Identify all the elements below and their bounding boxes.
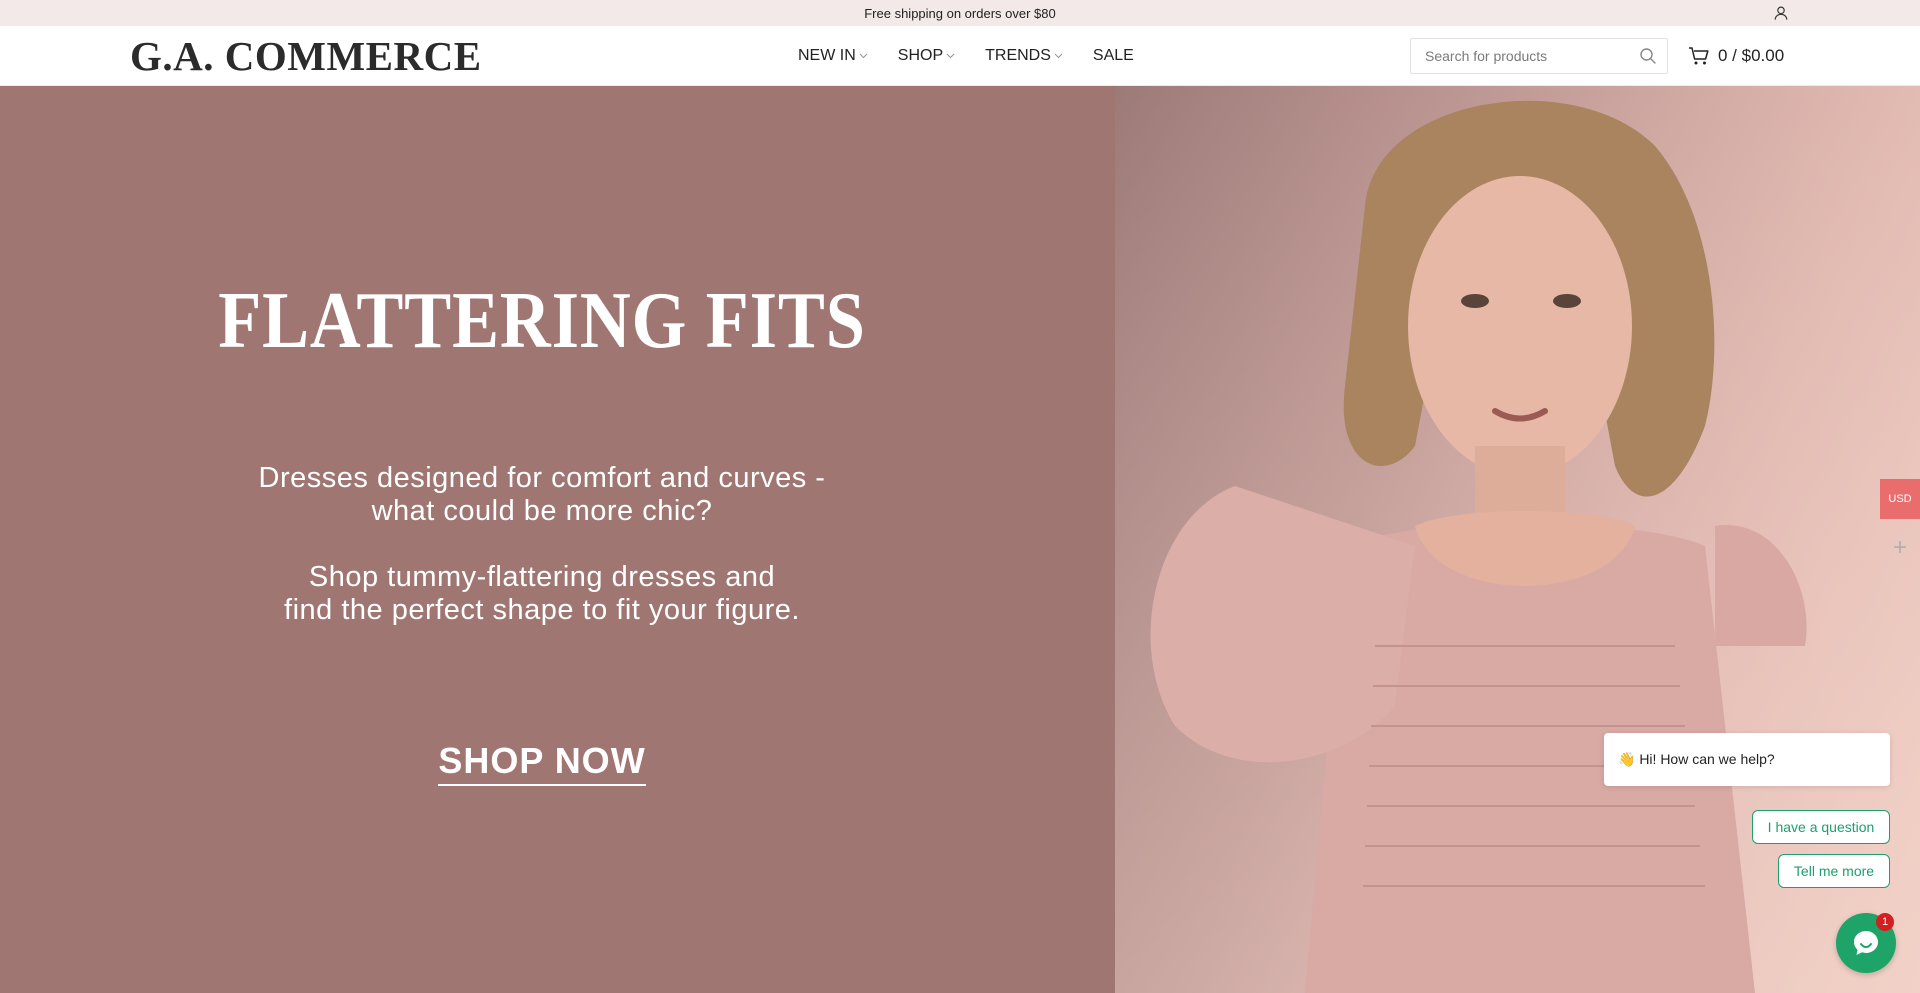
hero-banner: FLATTERING FITS Dresses designed for com… xyxy=(0,86,1920,993)
chevron-down-icon xyxy=(859,53,868,59)
hero-text-line: find the perfect shape to fit your figur… xyxy=(284,594,800,626)
main-nav: NEW IN SHOP TRENDS SALE xyxy=(798,26,1164,86)
search-input[interactable] xyxy=(1411,39,1639,73)
nav-item-sale[interactable]: SALE xyxy=(1093,47,1134,65)
hero-text-line: Dresses designed for comfort and curves … xyxy=(258,462,826,494)
site-logo[interactable]: G.A. COMMERCE xyxy=(130,34,482,78)
currency-switcher[interactable]: USD xyxy=(1880,479,1920,519)
chat-greeting: 👋 Hi! How can we help? xyxy=(1604,733,1890,786)
hero-title: FLATTERING FITS xyxy=(218,277,866,365)
nav-item-label: NEW IN xyxy=(798,47,856,64)
announcement-text: Free shipping on orders over $80 xyxy=(864,5,1056,21)
nav-item-trends[interactable]: TRENDS xyxy=(985,47,1063,65)
nav-item-label: SHOP xyxy=(897,47,944,64)
chat-option-question[interactable]: I have a question xyxy=(1752,810,1890,844)
search-box xyxy=(1410,38,1668,74)
shop-now-button[interactable]: SHOP NOW xyxy=(438,740,646,786)
chat-icon xyxy=(1854,931,1878,955)
announcement-bar: Free shipping on orders over $80 xyxy=(0,0,1920,26)
nav-item-label: SALE xyxy=(1092,47,1134,64)
nav-item-shop[interactable]: SHOP xyxy=(898,47,955,65)
search-icon[interactable] xyxy=(1639,47,1657,65)
user-icon[interactable] xyxy=(1772,4,1790,22)
cart-total: 0 / $0.00 xyxy=(1718,46,1785,65)
nav-item-label: TRENDS xyxy=(985,47,1051,64)
site-header: G.A. COMMERCE NEW IN SHOP TRENDS SALE 0 … xyxy=(0,26,1920,86)
hero-description: Dresses designed for comfort and curves … xyxy=(180,462,904,627)
shop-now-wrapper: SHOP NOW xyxy=(0,740,1084,786)
hero-text-line: what could be more chic? xyxy=(371,495,713,527)
chat-unread-badge: 1 xyxy=(1876,913,1894,931)
hero-text-line: Shop tummy-flattering dresses and xyxy=(308,561,776,593)
nav-item-new-in[interactable]: NEW IN xyxy=(798,47,868,65)
chevron-down-icon xyxy=(946,53,955,59)
chevron-down-icon xyxy=(1054,53,1063,59)
cart-button[interactable]: 0 / $0.00 xyxy=(1688,26,1784,86)
chat-option-tell-more[interactable]: Tell me more xyxy=(1778,854,1890,888)
plus-icon[interactable]: + xyxy=(1890,536,1910,560)
cart-icon xyxy=(1689,47,1709,65)
